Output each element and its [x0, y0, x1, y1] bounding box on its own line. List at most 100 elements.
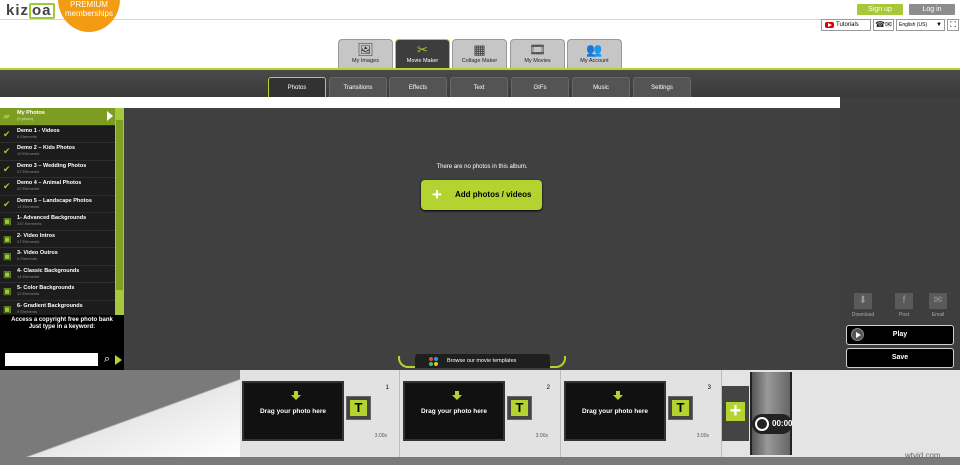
sidebar-item-count: 6 Elements [17, 256, 38, 261]
sidebar-item[interactable]: ✔ Demo 2 – Kids Photos 10 Elements [0, 143, 115, 161]
language-select[interactable]: English (US) [896, 19, 945, 31]
timeline-slot[interactable]: Drag your photo here T 1 3.00s [240, 370, 400, 457]
total-duration: 00:00 [752, 414, 792, 434]
main-tab-collage-maker[interactable]: ▦ Collage Maker [452, 39, 507, 70]
photo-drop-zone[interactable]: Drag your photo here [403, 381, 505, 441]
tutorials-button[interactable]: Tutorials [821, 19, 871, 31]
slot-duration[interactable]: 3.00s [375, 433, 387, 439]
tab-music[interactable]: Music [572, 77, 630, 97]
sidebar-item[interactable]: ▣ 4- Classic Backgrounds 14 Elements [0, 266, 115, 283]
sidebar-item-title: My Photos [17, 110, 45, 116]
sidebar-item[interactable]: ✔ Demo 1 - Videos 8 Elements [0, 126, 115, 143]
post-button[interactable]: f Post [889, 293, 919, 318]
tutorials-label: Tutorials [836, 22, 859, 28]
timeline-slot[interactable]: Drag your photo here T 2 3.00s [401, 370, 561, 457]
browse-templates-button[interactable]: Browse our movie templates [415, 354, 550, 368]
logo-text: kiz [6, 2, 30, 19]
sidebar-item[interactable]: ▣ 3- Video Outros 6 Elements [0, 248, 115, 266]
facebook-icon: f [895, 293, 913, 309]
email-button[interactable]: ✉ Email [923, 293, 953, 318]
add-text-button[interactable]: T [507, 396, 532, 420]
sidebar-item-count: 12 Elements [17, 291, 40, 296]
tab-photos[interactable]: Photos [268, 77, 326, 97]
play-button[interactable]: Play [846, 325, 954, 345]
photo-drop-zone[interactable]: Drag your photo here [242, 381, 344, 441]
slot-duration[interactable]: 3.00s [536, 433, 548, 439]
sidebar-item-title: Demo 4 – Animal Photos [17, 180, 82, 186]
email-icon: ✉ [929, 293, 947, 309]
main-tab-my-account[interactable]: 👥 My Account [567, 39, 622, 70]
sidebar-item[interactable]: ▣ 1- Advanced Backgrounds 247 Elements [0, 213, 115, 231]
text-icon: T [350, 400, 367, 416]
download-label: Download [851, 312, 875, 318]
kizoa-logo[interactable]: kiz oa [6, 2, 55, 19]
image-icon: 🖼 [357, 42, 374, 57]
download-icon: ⬇ [854, 293, 872, 309]
main-tab-my-images[interactable]: 🖼 My Images [338, 39, 393, 70]
add-slot-plus-icon: + [726, 401, 745, 421]
sidebar-item[interactable]: ▣ 5- Color Backgrounds 12 Elements [0, 283, 115, 301]
empty-album-message: There are no photos in this album. [436, 164, 528, 170]
sidebar-item-count: 9 Elements [17, 308, 38, 314]
download-button[interactable]: ⬇ Download [848, 293, 878, 318]
sidebar-item-title: 3- Video Outros [17, 250, 58, 256]
premium-badge[interactable]: PREMIUM memberships [58, 0, 120, 32]
sidebar-item-title: 5- Color Backgrounds [17, 285, 75, 291]
total-duration-value: 00:00 [772, 419, 793, 428]
timeline-start [0, 370, 240, 457]
slot-number: 2 [546, 385, 550, 391]
timeline-slot[interactable]: Drag your photo here T 3 3.00s [562, 370, 722, 457]
keyword-input[interactable] [5, 353, 98, 366]
main-tab-label: My Account [580, 58, 609, 64]
tab-effects[interactable]: Effects [389, 77, 447, 97]
main-tab-label: My Images [352, 58, 379, 64]
sidebar-item[interactable]: ✔ Demo 5 – Landscape Photos 14 Elements [0, 196, 115, 213]
tab-transitions[interactable]: Transitions [329, 77, 387, 97]
save-button[interactable]: Save [846, 348, 954, 368]
slot-number: 3 [707, 385, 711, 391]
sidebar-item-title: Demo 3 – Wedding Photos [17, 162, 87, 169]
sidebar-item-count: 27 Elements [17, 168, 40, 174]
photo-album-icon: ▰ [3, 111, 10, 121]
sidebar-item[interactable]: ▰ My Photos (0 photo) [0, 108, 115, 126]
contact-button[interactable]: ☎✉ [873, 19, 894, 31]
add-slot-button[interactable]: + [722, 386, 749, 441]
drop-arrow-icon [291, 391, 301, 400]
fullscreen-icon[interactable]: ⛶ [947, 19, 959, 31]
post-label: Post [898, 312, 909, 318]
sidebar-scroll-thumb[interactable] [116, 120, 123, 290]
main-tab-movie-maker[interactable]: ✂ Movie Maker [395, 39, 450, 70]
background-album-icon: ▣ [3, 216, 12, 226]
search-icon[interactable]: ⌕ [100, 353, 114, 366]
background-album-icon: ▣ [3, 268, 12, 279]
sidebar-item-title: Demo 2 – Kids Photos [17, 145, 76, 151]
background-album-icon: ▣ [3, 286, 12, 296]
tab-gifs[interactable]: GIFs [511, 77, 569, 97]
login-button[interactable]: Log in [909, 4, 955, 15]
slot-duration[interactable]: 3.00s [697, 433, 709, 439]
check-album-icon: ✔ [3, 181, 11, 191]
film-scissors-icon: ✂ [417, 42, 428, 57]
tab-text[interactable]: Text [450, 77, 508, 97]
background-album-icon: ▣ [3, 251, 12, 261]
signup-button[interactable]: Sign up [857, 4, 903, 15]
main-tab-label: Collage Maker [461, 58, 498, 64]
sidebar-item-count: 10 Elements [17, 151, 40, 156]
watermark: wtvid.com [905, 451, 941, 460]
sidebar-item-count: 22 Elements [17, 186, 40, 191]
sidebar-item[interactable]: ✔ Demo 3 – Wedding Photos 27 Elements [0, 161, 115, 178]
sidebar-item[interactable]: ✔ Demo 4 – Animal Photos 22 Elements [0, 178, 115, 196]
background-album-icon: ▣ [3, 303, 12, 314]
keyword-go-arrow-icon[interactable] [115, 355, 122, 365]
add-photos-button[interactable]: + Add photos / videos [421, 180, 542, 210]
sidebar-item-title: Demo 5 – Landscape Photos [17, 197, 92, 204]
sidebar-item[interactable]: ▣ 2- Video Intros 47 Elements [0, 231, 115, 248]
add-text-button[interactable]: T [346, 396, 371, 420]
photo-area [124, 108, 840, 370]
mail-icon: ✉ [885, 20, 892, 29]
sidebar-item[interactable]: ▣ 6- Gradient Backgrounds 9 Elements [0, 301, 115, 316]
main-tab-my-movies[interactable]: 🎞 My Movies [510, 39, 565, 70]
add-text-button[interactable]: T [668, 396, 693, 420]
tab-settings[interactable]: Settings [633, 77, 691, 97]
photo-drop-zone[interactable]: Drag your photo here [564, 381, 666, 441]
